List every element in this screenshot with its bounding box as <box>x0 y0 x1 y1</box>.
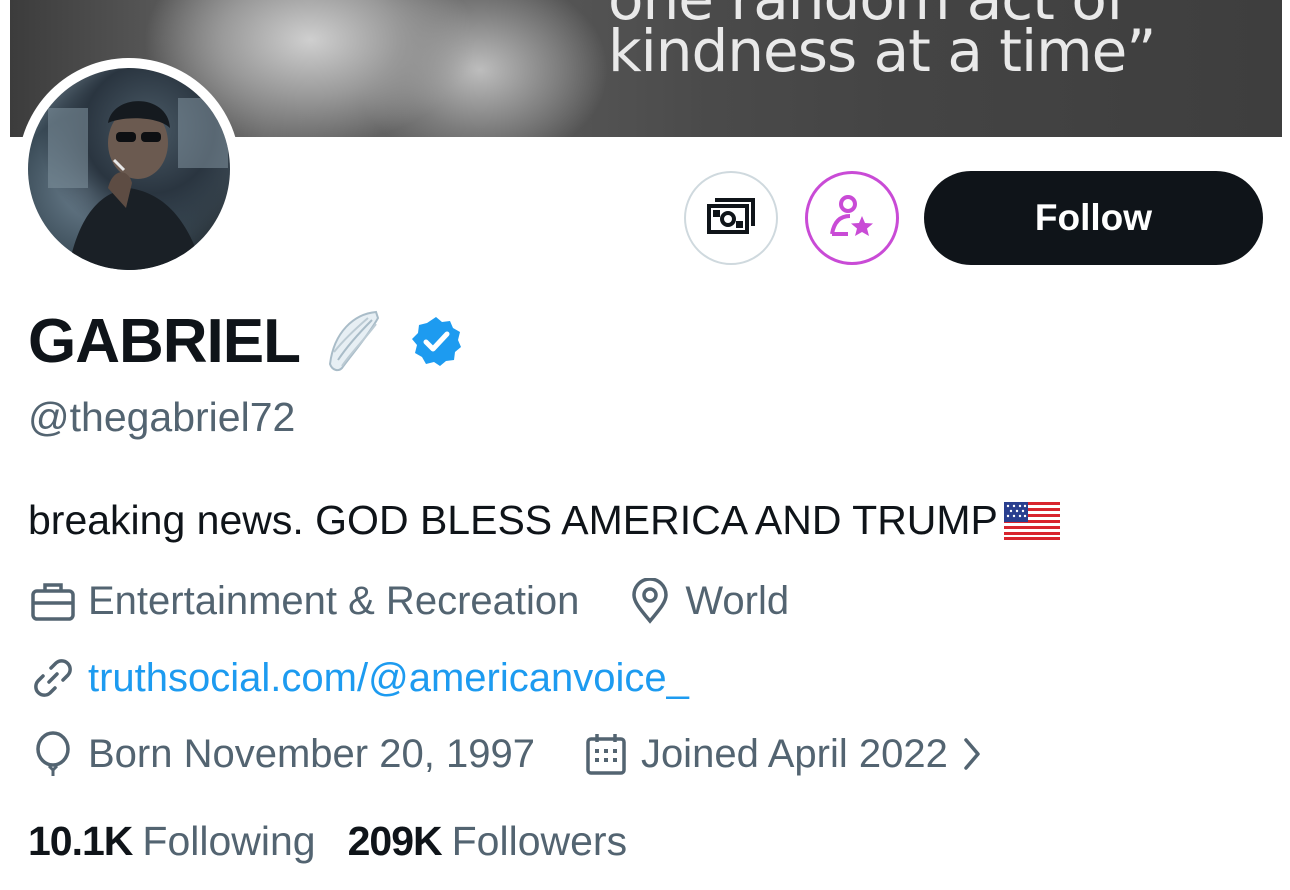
subscribe-star-icon <box>828 192 876 245</box>
follow-stats: 10.1K Following 209K Followers <box>28 818 627 865</box>
joined-item[interactable]: Joined April 2022 <box>581 729 982 779</box>
display-name: GABRIEL <box>28 306 301 376</box>
bio-text: breaking news. GOD BLESS AMERICA AND TRU… <box>28 497 998 543</box>
followers-label: Followers <box>451 818 628 864</box>
website-link[interactable]: truthsocial.com/@americanvoice_ <box>88 656 689 701</box>
followers-count: 209K <box>347 818 443 864</box>
bio: breaking news. GOD BLESS AMERICA AND TRU… <box>28 497 1060 544</box>
briefcase-icon <box>28 576 78 626</box>
category-item: Entertainment & Recreation <box>28 576 579 626</box>
meta-row-dates: Born November 20, 1997 Joined April 2022 <box>28 729 982 779</box>
name-row: GABRIEL <box>28 305 462 377</box>
following-count: 10.1K <box>28 818 133 864</box>
balloon-icon <box>28 729 78 779</box>
banner-quote-partial: one random act of <box>608 0 1125 34</box>
location-pin-icon <box>625 576 675 626</box>
wing-emoji-icon <box>324 308 382 374</box>
followers-stat[interactable]: 209K Followers <box>348 818 627 865</box>
verified-badge-icon[interactable] <box>410 315 462 367</box>
calendar-icon <box>581 729 631 779</box>
joined-text: Joined April 2022 <box>640 731 948 776</box>
follow-button[interactable]: Follow <box>924 171 1263 265</box>
birthday-item: Born November 20, 1997 <box>28 729 535 779</box>
handle: @thegabriel72 <box>28 394 296 440</box>
banner-quote: one random act of kindness at a time” <box>608 0 1248 86</box>
link-icon <box>28 653 78 703</box>
following-stat[interactable]: 10.1K Following <box>28 818 316 865</box>
meta-row-category: Entertainment & Recreation World <box>28 576 789 626</box>
following-label: Following <box>142 818 316 864</box>
birthday-text: Born November 20, 1997 <box>88 731 535 776</box>
us-flag-icon <box>1003 501 1060 540</box>
money-icon <box>705 196 757 241</box>
subscribe-button[interactable] <box>805 171 899 265</box>
category-text: Entertainment & Recreation <box>88 578 580 623</box>
location-item: World <box>625 576 789 626</box>
tip-button[interactable] <box>684 171 778 265</box>
meta-row-website: truthsocial.com/@americanvoice_ <box>28 653 689 703</box>
chevron-right-icon[interactable] <box>962 736 982 772</box>
avatar[interactable] <box>28 68 230 270</box>
location-text: World <box>685 578 790 623</box>
